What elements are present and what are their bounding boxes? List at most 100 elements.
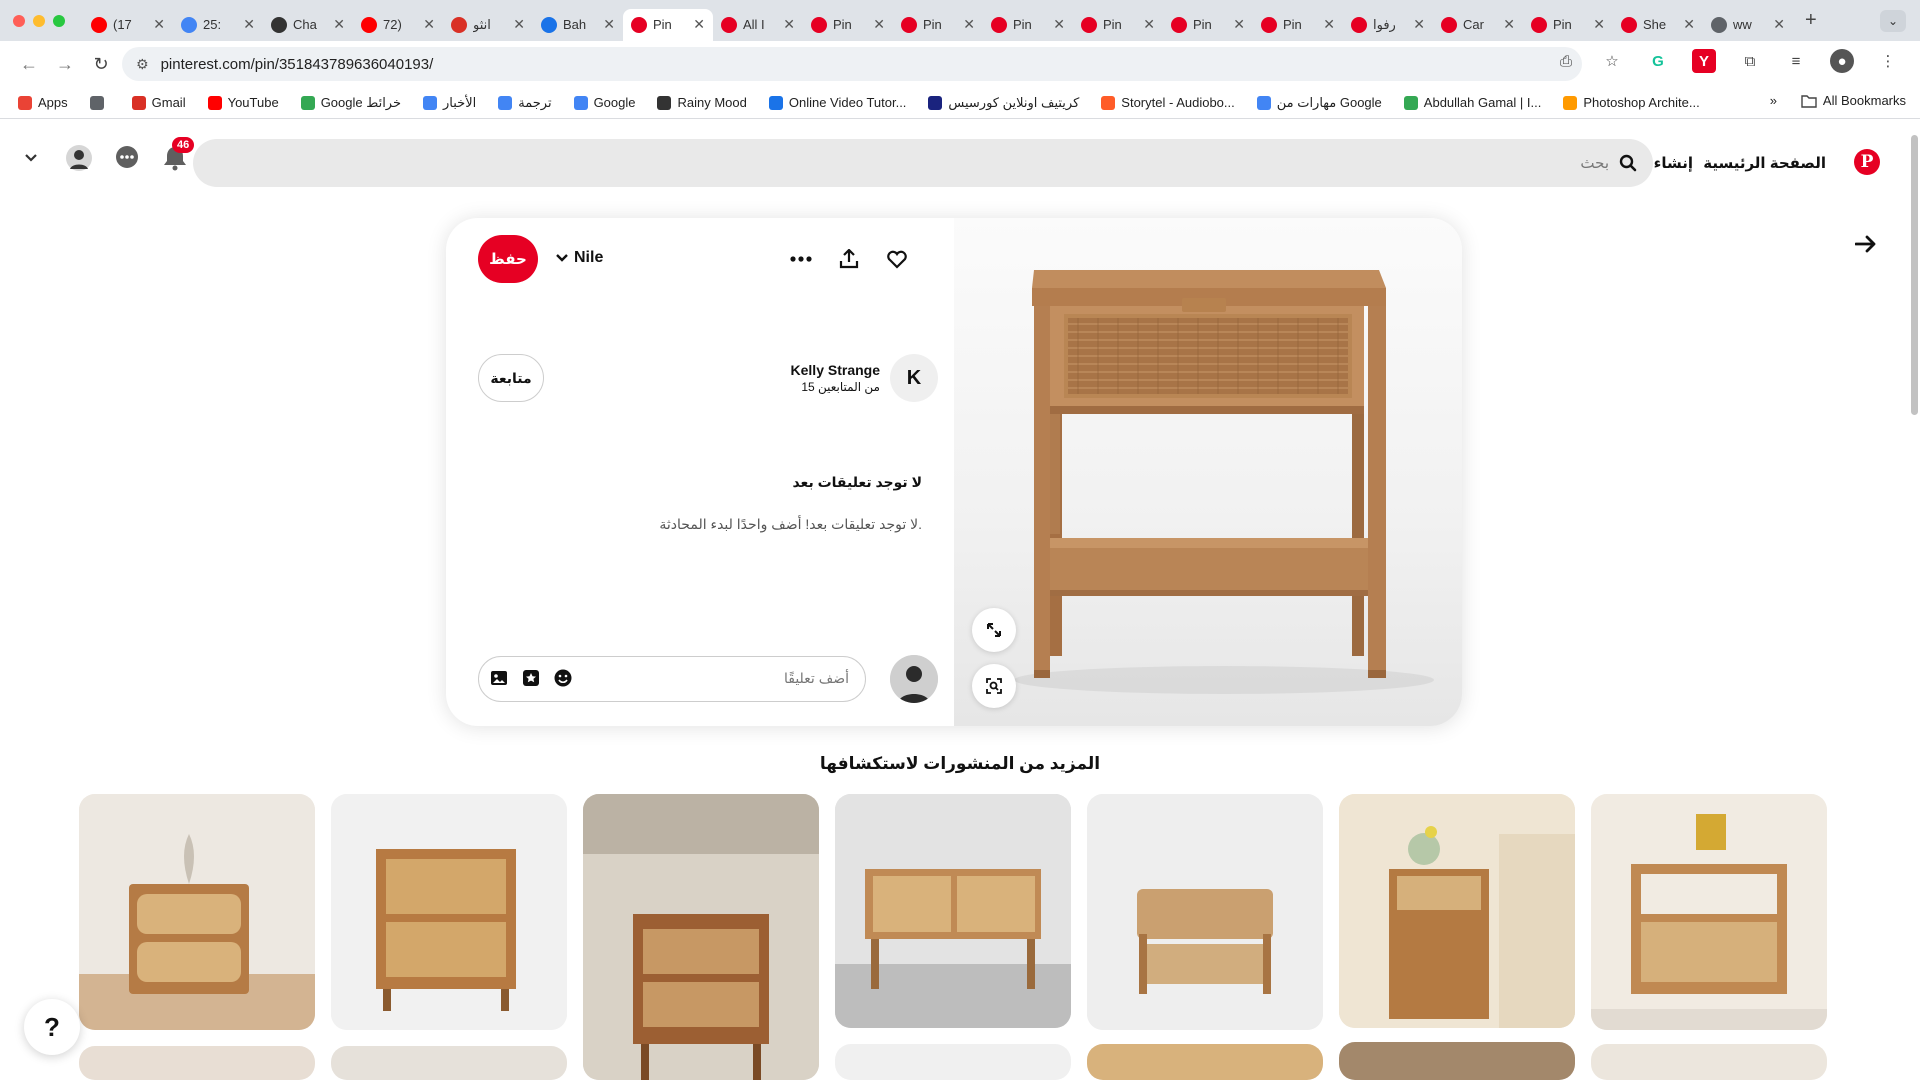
grammarly-extension-icon[interactable]: G [1646, 49, 1670, 73]
related-pin-13[interactable] [1591, 1044, 1827, 1080]
bookmark-item[interactable]: Online Video Tutor... [768, 95, 906, 110]
y-extension-icon[interactable]: Y [1692, 49, 1716, 73]
bookmark-item[interactable]: Google خرائط [300, 95, 401, 111]
close-tab-icon[interactable]: ✕ [243, 16, 255, 33]
bookmark-item[interactable]: Apps [18, 95, 68, 110]
pinterest-logo-icon[interactable]: P [1854, 149, 1880, 175]
close-tab-icon[interactable]: ✕ [1143, 16, 1155, 33]
close-tab-icon[interactable]: ✕ [1413, 16, 1425, 33]
account-menu-chevron-icon[interactable] [18, 145, 44, 171]
related-pin-6[interactable] [1339, 794, 1575, 1028]
browser-tab[interactable]: Bah ✕ [533, 9, 623, 41]
bookmark-item[interactable]: Storytel - Audiobo... [1101, 95, 1235, 110]
browser-tab[interactable]: Pin ✕ [893, 9, 983, 41]
image-upload-icon[interactable] [489, 668, 509, 688]
browser-tab[interactable]: Pin ✕ [1523, 9, 1613, 41]
site-info-icon[interactable]: ⚙ [136, 56, 149, 73]
media-controls-icon[interactable]: ≡ [1784, 49, 1808, 73]
react-heart-button[interactable] [884, 246, 910, 272]
profile-avatar-icon[interactable]: ● [1830, 49, 1854, 73]
extensions-puzzle-icon[interactable]: ⧉ [1738, 49, 1762, 73]
creator-info[interactable]: Kelly Strange 15 من المتابعين K [791, 354, 938, 402]
more-bookmarks-button[interactable]: » [1770, 93, 1777, 108]
share-button[interactable] [836, 246, 862, 272]
next-pin-arrow-icon[interactable] [1852, 230, 1880, 258]
close-tab-icon[interactable]: ✕ [693, 16, 705, 33]
profile-avatar[interactable] [66, 145, 92, 171]
browser-tab[interactable]: She ✕ [1613, 9, 1703, 41]
related-pin-9[interactable] [331, 1046, 567, 1080]
related-pin-2[interactable] [331, 794, 567, 1030]
close-tab-icon[interactable]: ✕ [603, 16, 615, 33]
maximize-window-button[interactable] [53, 14, 65, 27]
tab-search-button[interactable]: ⌄ [1880, 10, 1906, 32]
back-button[interactable]: ← [14, 49, 44, 79]
browser-tab[interactable]: Pin ✕ [803, 9, 893, 41]
browser-tab[interactable]: Pin ✕ [623, 8, 713, 41]
search-input[interactable]: بحث [193, 139, 1653, 187]
more-options-button[interactable] [788, 246, 814, 272]
bookmark-item[interactable]: ترجمة [498, 95, 552, 111]
board-selector[interactable]: Nile [556, 249, 603, 267]
bookmark-item[interactable]: Google [573, 95, 635, 110]
browser-tab[interactable]: ww ✕ [1703, 9, 1793, 41]
reload-button[interactable]: ↻ [86, 49, 116, 79]
bookmark-item[interactable]: مهارات من Google [1256, 95, 1382, 111]
related-pin-4[interactable] [835, 794, 1071, 1028]
bookmark-item[interactable]: Photoshop Archite... [1563, 95, 1700, 110]
install-app-icon[interactable]: ⎙ [1554, 49, 1578, 73]
browser-tab[interactable]: Cha ✕ [263, 9, 353, 41]
close-tab-icon[interactable]: ✕ [423, 16, 435, 33]
address-bar[interactable]: ⚙ pinterest.com/pin/351843789636040193/ [122, 47, 1582, 81]
close-tab-icon[interactable]: ✕ [1323, 16, 1335, 33]
current-user-avatar[interactable] [890, 655, 938, 703]
close-tab-icon[interactable]: ✕ [1683, 16, 1695, 33]
close-tab-icon[interactable]: ✕ [1773, 16, 1785, 33]
related-pin-11[interactable] [1087, 1044, 1323, 1080]
bookmark-item[interactable]: YouTube [207, 95, 279, 110]
close-tab-icon[interactable]: ✕ [1053, 16, 1065, 33]
new-tab-button[interactable]: + [1805, 9, 1817, 32]
browser-tab[interactable]: 25: ✕ [173, 9, 263, 41]
browser-tab[interactable]: Pin ✕ [1073, 9, 1163, 41]
expand-image-button[interactable] [972, 608, 1016, 652]
visual-search-button[interactable] [972, 664, 1016, 708]
browser-tab[interactable]: انثو ✕ [443, 9, 533, 41]
emoji-icon[interactable] [553, 668, 573, 688]
close-tab-icon[interactable]: ✕ [1593, 16, 1605, 33]
creator-avatar[interactable]: K [890, 354, 938, 402]
pin-image[interactable] [954, 218, 1462, 726]
close-tab-icon[interactable]: ✕ [1503, 16, 1515, 33]
close-tab-icon[interactable]: ✕ [873, 16, 885, 33]
messages-icon[interactable] [114, 145, 140, 171]
comment-input[interactable]: أضف تعليقًا [478, 656, 866, 702]
related-pin-3[interactable] [583, 794, 819, 1080]
bookmark-item[interactable]: Gmail [131, 95, 186, 110]
bookmark-item[interactable]: Abdullah Gamal | I... [1403, 95, 1541, 110]
browser-tab[interactable]: 72) ✕ [353, 9, 443, 41]
related-pin-8[interactable] [79, 1046, 315, 1080]
help-button[interactable]: ? [24, 999, 80, 1055]
close-tab-icon[interactable]: ✕ [513, 16, 525, 33]
scrollbar-thumb[interactable] [1911, 135, 1918, 415]
bookmark-item[interactable]: الأخبار [423, 95, 476, 111]
forward-button[interactable]: → [50, 49, 80, 79]
browser-tab[interactable]: رفوا ✕ [1343, 9, 1433, 41]
browser-tab[interactable]: Pin ✕ [1163, 9, 1253, 41]
related-pin-5[interactable] [1087, 794, 1323, 1030]
nav-home[interactable]: الصفحة الرئيسية [1703, 154, 1826, 172]
creator-name[interactable]: Kelly Strange [791, 362, 880, 378]
related-pin-12[interactable] [1339, 1042, 1575, 1080]
close-tab-icon[interactable]: ✕ [783, 16, 795, 33]
close-tab-icon[interactable]: ✕ [963, 16, 975, 33]
all-bookmarks-button[interactable]: All Bookmarks [1801, 93, 1906, 108]
browser-tab[interactable]: Pin ✕ [1253, 9, 1343, 41]
bookmark-star-icon[interactable]: ☆ [1600, 49, 1624, 73]
browser-tab[interactable]: All I ✕ [713, 9, 803, 41]
follow-button[interactable]: متابعة [478, 354, 544, 402]
browser-menu-icon[interactable]: ⋮ [1876, 49, 1900, 73]
close-tab-icon[interactable]: ✕ [333, 16, 345, 33]
save-button[interactable]: حفظ [478, 235, 538, 283]
close-window-button[interactable] [13, 14, 25, 27]
browser-tab[interactable]: Pin ✕ [983, 9, 1073, 41]
